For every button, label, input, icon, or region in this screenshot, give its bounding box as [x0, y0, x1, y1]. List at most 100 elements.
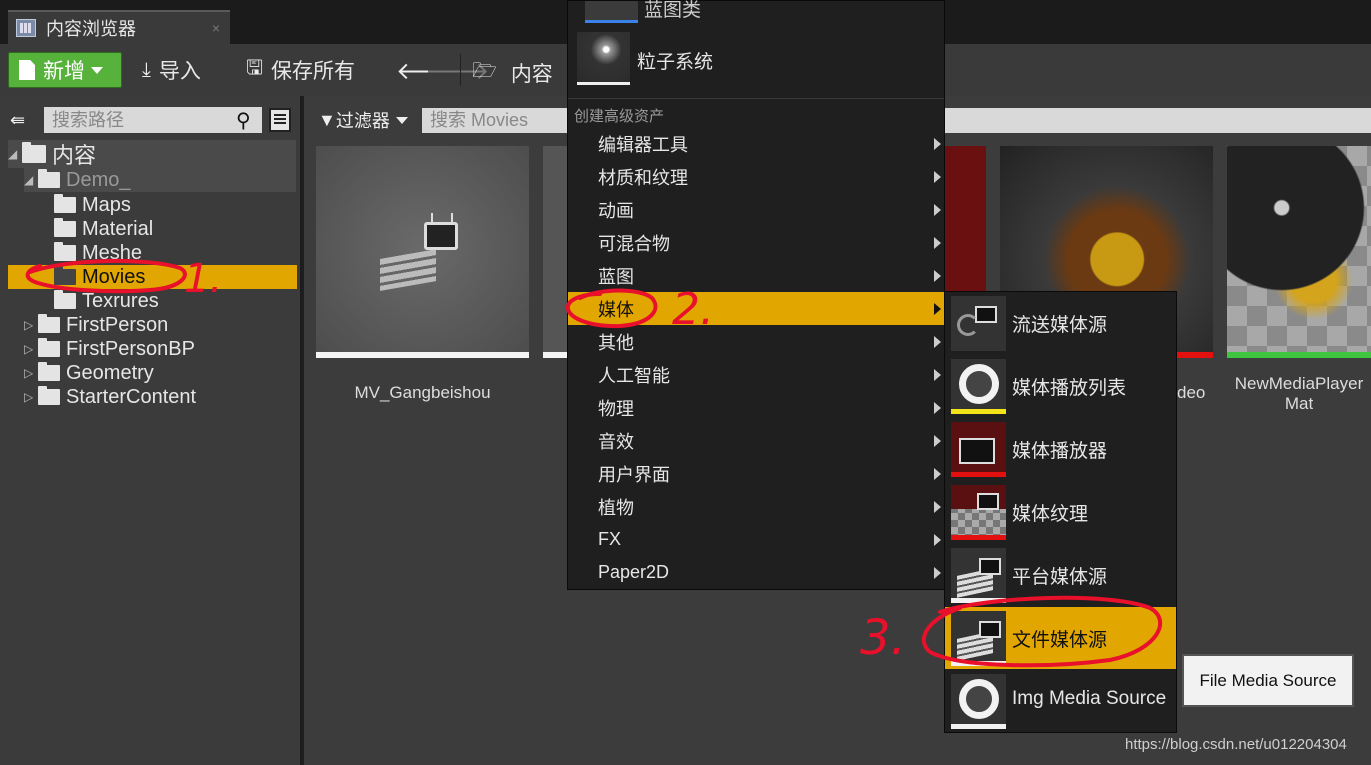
menu-item-user-interface[interactable]: 用户界面 — [568, 457, 944, 490]
tree-item-content[interactable]: ◢ 内容 — [8, 140, 296, 168]
tree-item-geometry[interactable]: ▷ Geometry — [24, 361, 154, 385]
submenu-item-media-texture[interactable]: 媒体纹理 — [945, 481, 1176, 543]
asset-type-bar — [951, 598, 1006, 603]
menu-item-materials[interactable]: 材质和纹理 — [568, 160, 944, 193]
menu-item-editor-tools[interactable]: 编辑器工具 — [568, 127, 944, 160]
menu-item-label: 材质和纹理 — [598, 167, 688, 188]
search-path-input[interactable]: 搜索路径 — [44, 107, 262, 133]
menu-item-blendables[interactable]: 可混合物 — [568, 226, 944, 259]
menu-item-media[interactable]: 媒体 — [568, 292, 944, 325]
tree-item-meshes[interactable]: Meshe — [54, 241, 142, 265]
particle-system-icon — [577, 32, 630, 85]
filter-button[interactable]: ▼ 过滤器 — [318, 108, 408, 132]
tree-item-maps[interactable]: Maps — [54, 193, 131, 217]
tree-item-movies[interactable]: Movies — [8, 265, 297, 289]
menu-item-label: 用户界面 — [598, 464, 670, 485]
menu-item-label: FX — [598, 529, 622, 549]
import-label: 导入 — [158, 60, 201, 83]
collapsed-arrow-icon: ▷ — [24, 390, 34, 404]
tree-item-firstperson[interactable]: ▷ FirstPerson — [24, 313, 168, 337]
tab-content-browser[interactable]: 内容浏览器 × — [8, 10, 230, 44]
menu-item-foliage[interactable]: 植物 — [568, 490, 944, 523]
asset-thumbnail — [316, 146, 529, 352]
search-icon: ⚲ — [236, 110, 251, 132]
collapsed-arrow-icon: ▷ — [24, 342, 34, 356]
submenu-item-platform-media-source[interactable]: 平台媒体源 — [945, 544, 1176, 606]
menu-item-blueprints[interactable]: 蓝图 — [568, 259, 944, 292]
tree-item-firstpersonbp[interactable]: ▷ FirstPersonBP — [24, 337, 195, 361]
tree-item-label: FirstPersonBP — [66, 337, 195, 360]
folder-icon — [54, 194, 76, 213]
tab-title: 内容浏览器 — [46, 19, 136, 39]
add-new-button[interactable]: 新增 — [8, 52, 122, 88]
media-stack-icon — [380, 249, 436, 291]
img-media-source-icon — [951, 674, 1006, 729]
submenu-arrow-icon — [934, 336, 941, 348]
ring-icon — [959, 364, 999, 404]
submenu-item-label: 平台媒体源 — [1012, 567, 1108, 588]
stream-media-source-icon — [951, 296, 1006, 351]
breadcrumb-content: 内容 — [510, 63, 553, 86]
asset-tile[interactable] — [316, 146, 529, 358]
tv-icon — [979, 558, 1001, 575]
import-button[interactable]: ⤓ 导入 — [142, 56, 201, 84]
asset-type-bar — [316, 352, 529, 358]
view-options-icon[interactable] — [269, 108, 291, 132]
asset-tile[interactable] — [1227, 146, 1371, 358]
tree-item-label: Meshe — [82, 241, 143, 264]
tree-toggle-icon[interactable]: ⇚ — [10, 110, 38, 132]
submenu-arrow-icon — [934, 138, 941, 150]
content-browser-icon — [16, 19, 36, 37]
menu-item-miscellaneous[interactable]: 其他 — [568, 325, 944, 358]
submenu-item-file-media-source[interactable]: 文件媒体源 — [945, 607, 1176, 669]
menu-item-particle-system[interactable]: 粒子系统 — [576, 31, 938, 87]
tree-item-label: Movies — [82, 265, 146, 288]
menu-item-label: 蓝图 — [598, 266, 634, 287]
menu-item-paper2d[interactable]: Paper2D — [568, 556, 944, 589]
asset-name: deo — [1177, 383, 1206, 402]
asset-name-line1: NewMediaPlayer — [1234, 374, 1364, 393]
tree-item-label: Maps — [82, 193, 131, 216]
save-all-button[interactable]: 🖫 保存所有 — [246, 56, 355, 84]
menu-item-ai[interactable]: 人工智能 — [568, 358, 944, 391]
media-player-icon — [951, 422, 1006, 477]
submenu-item-media-player[interactable]: 媒体播放器 — [945, 418, 1176, 480]
asset-thumbnail — [1227, 146, 1371, 352]
submenu-item-label: 流送媒体源 — [1012, 315, 1108, 336]
menu-item-fx[interactable]: FX — [568, 523, 944, 556]
menu-item-animation[interactable]: 动画 — [568, 193, 944, 226]
close-tab-icon[interactable]: × — [212, 20, 220, 36]
submenu-arrow-icon — [934, 435, 941, 447]
asset-name: MV_Gangbeishou — [354, 383, 491, 402]
submenu-arrow-icon — [934, 369, 941, 381]
submenu-item-stream-media-source[interactable]: 流送媒体源 — [945, 292, 1176, 354]
collapsed-arrow-icon: ▷ — [24, 366, 34, 380]
submenu-arrow-icon — [934, 204, 941, 216]
blueprint-class-icon — [585, 1, 638, 23]
breadcrumb[interactable]: 🗁 内容 — [472, 56, 553, 90]
submenu-item-img-media-source[interactable]: Img Media Source — [945, 670, 1176, 732]
new-document-icon — [19, 60, 35, 80]
asset-name: NewMediaPlayer Mat — [1227, 374, 1371, 414]
tree-item-material[interactable]: Material — [54, 217, 153, 241]
tree-item-demo[interactable]: ◢ Demo_ — [24, 168, 296, 192]
tree-item-texrures[interactable]: Texrures — [54, 289, 159, 313]
menu-item-sounds[interactable]: 音效 — [568, 424, 944, 457]
ring-icon — [959, 679, 999, 719]
submenu-item-label: Img Media Source — [1012, 688, 1167, 709]
submenu-arrow-icon — [934, 468, 941, 480]
submenu-item-label: 媒体播放器 — [1012, 441, 1108, 462]
submenu-item-media-playlist[interactable]: 媒体播放列表 — [945, 355, 1176, 417]
folder-icon — [38, 386, 60, 405]
menu-item-physics[interactable]: 物理 — [568, 391, 944, 424]
file-media-source-icon — [951, 611, 1006, 666]
menu-item-blueprint-class[interactable]: 蓝图类 — [576, 0, 938, 23]
submenu-item-label: 媒体播放列表 — [1012, 378, 1127, 399]
add-new-menu: 蓝图类 粒子系统 创建高级资产 编辑器工具 材质和纹理 动画 可混合物 蓝图 媒… — [567, 0, 945, 590]
tree-item-label: Demo_ — [66, 168, 131, 191]
tree-item-label: Texrures — [82, 289, 159, 312]
asset-type-bar — [951, 409, 1006, 414]
menu-item-label: 媒体 — [598, 299, 634, 320]
folder-icon — [54, 242, 76, 261]
tree-item-startercontent[interactable]: ▷ StarterContent — [24, 385, 196, 409]
